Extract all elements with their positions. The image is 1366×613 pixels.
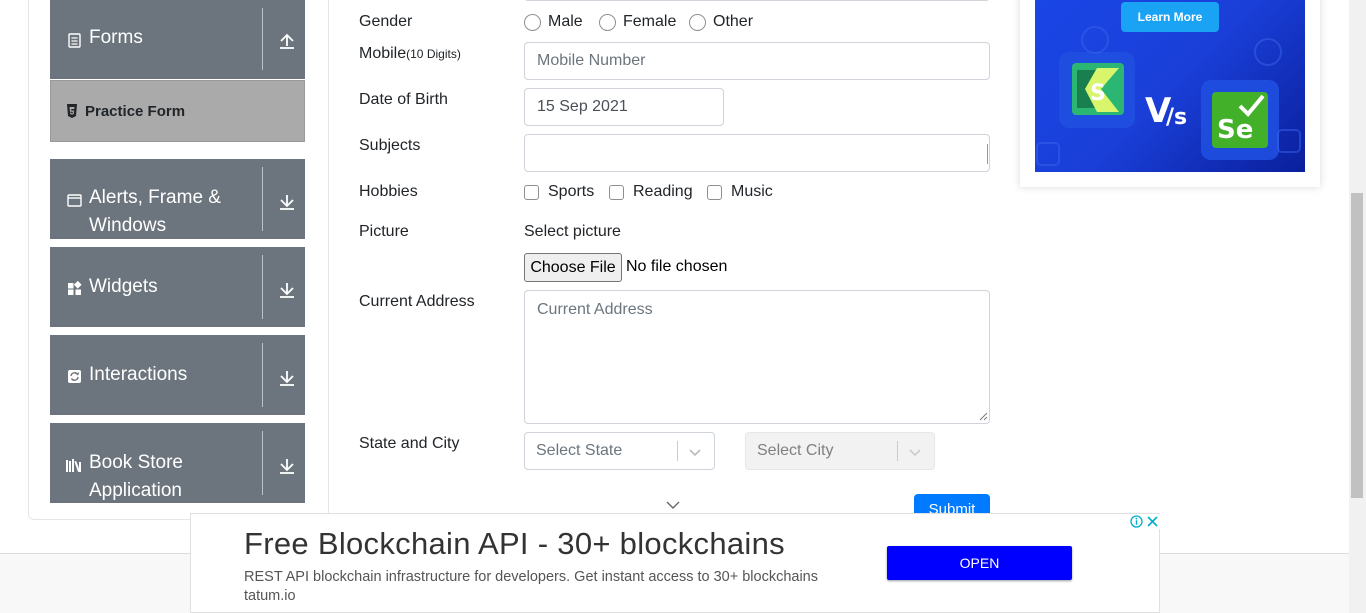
ad-title[interactable]: Free Blockchain API - 30+ blockchains	[244, 526, 785, 562]
city-select[interactable]: Select City	[745, 432, 935, 470]
arrow-down-icon	[280, 459, 294, 474]
document-icon	[68, 33, 81, 48]
arrow-up-icon	[280, 33, 294, 49]
resize-handle-icon[interactable]	[979, 412, 988, 421]
ad-choices[interactable]	[1129, 514, 1161, 529]
divider	[262, 343, 263, 407]
katalon-vs-selenium-illustration: S V /s Se	[1036, 26, 1301, 166]
sidebar-group-title: Widgets	[89, 276, 158, 297]
gender-option-label: Other	[713, 13, 754, 30]
window-icon	[67, 194, 82, 207]
hobby-music-checkbox[interactable]	[707, 185, 722, 200]
subjects-input[interactable]	[524, 134, 990, 172]
chevron-down-icon	[689, 449, 701, 457]
sidebar-group-title: Alerts, Frame & Windows	[89, 187, 221, 236]
hobby-option-label: Music	[731, 183, 773, 200]
dob-label: Date of Birth	[359, 91, 448, 108]
mobile-label-text: Mobile	[359, 45, 407, 62]
mobile-input[interactable]: Mobile Number	[524, 42, 990, 80]
hobbies-label: Hobbies	[359, 183, 418, 200]
sidebar-group-title: Book Store Application	[89, 452, 183, 501]
gender-option-label: Female	[623, 13, 677, 30]
refresh-icon	[68, 370, 81, 383]
svg-text:/s: /s	[1166, 105, 1187, 130]
bottom-ad-banner[interactable]: Free Blockchain API - 30+ blockchains RE…	[190, 513, 1161, 613]
state-select[interactable]: Select State	[524, 432, 715, 470]
divider	[262, 8, 263, 70]
sidebar-item-practice-form[interactable]: Practice Form	[50, 80, 305, 142]
info-icon[interactable]	[1130, 515, 1143, 528]
dob-input[interactable]: 15 Sep 2021	[524, 88, 724, 126]
chevron-down-icon	[909, 449, 921, 457]
sidebar-group-widgets[interactable]: Widgets	[50, 247, 305, 327]
svg-text:Se: Se	[1217, 115, 1253, 145]
text-cursor	[987, 144, 988, 164]
sidebar-item-label: Practice Form	[85, 103, 186, 120]
sidebar-group-forms[interactable]: Forms	[50, 0, 305, 79]
sidebar-group-title: Forms	[89, 27, 143, 48]
choose-file-button[interactable]: Choose File	[524, 253, 622, 282]
side-ad-banner[interactable]: Learn More S V /s Se	[1035, 0, 1305, 172]
svg-text:S: S	[1090, 81, 1106, 106]
mobile-label-hint: (10 Digits)	[406, 47, 461, 61]
state-city-label: State and City	[359, 435, 460, 452]
hobby-reading-checkbox[interactable]	[609, 185, 624, 200]
submit-button[interactable]: Submit	[914, 494, 990, 514]
picture-label: Picture	[359, 223, 409, 240]
gender-female-radio[interactable]	[599, 14, 616, 31]
chevron-down-icon	[666, 501, 680, 509]
sidebar-group-title: Interactions	[89, 364, 188, 385]
select-separator	[897, 441, 898, 461]
gender-label: Gender	[359, 13, 413, 30]
state-placeholder: Select State	[536, 442, 623, 459]
hobby-option-label: Reading	[633, 183, 693, 200]
arrow-down-icon	[280, 371, 294, 386]
last-name-input[interactable]	[524, 0, 990, 1]
ad-open-button[interactable]: OPEN	[887, 546, 1072, 580]
address-label: Current Address	[359, 293, 475, 310]
gender-male-radio[interactable]	[524, 14, 541, 31]
divider	[262, 255, 263, 319]
divider	[262, 431, 263, 495]
hobby-sports-checkbox[interactable]	[524, 185, 539, 200]
mobile-label: Mobile(10 Digits)	[359, 45, 461, 63]
html5-icon	[67, 104, 77, 118]
select-separator	[677, 441, 678, 461]
sidebar-group-interactions[interactable]: Interactions	[50, 335, 305, 415]
sidebar-group-alerts[interactable]: Alerts, Frame & Windows	[50, 159, 305, 239]
widgets-icon	[68, 281, 82, 295]
scrollbar-thumb[interactable]	[1351, 193, 1363, 498]
gender-option-label: Male	[548, 13, 583, 30]
hobby-option-label: Sports	[548, 183, 595, 200]
close-icon[interactable]	[1146, 515, 1159, 528]
city-placeholder: Select City	[757, 442, 834, 459]
gender-other-radio[interactable]	[689, 14, 706, 31]
books-icon	[66, 459, 81, 472]
arrow-down-icon	[280, 195, 294, 210]
file-status: No file chosen	[626, 258, 728, 275]
ad-description: REST API blockchain infrastructure for d…	[244, 569, 818, 604]
page-scrollbar[interactable]	[1349, 0, 1366, 613]
picture-caption: Select picture	[524, 223, 621, 240]
divider	[262, 167, 263, 231]
current-address-textarea[interactable]: Current Address	[524, 290, 990, 424]
sidebar-group-book-store[interactable]: Book Store Application	[50, 423, 305, 503]
arrow-down-icon	[280, 283, 294, 298]
subjects-label: Subjects	[359, 137, 421, 154]
